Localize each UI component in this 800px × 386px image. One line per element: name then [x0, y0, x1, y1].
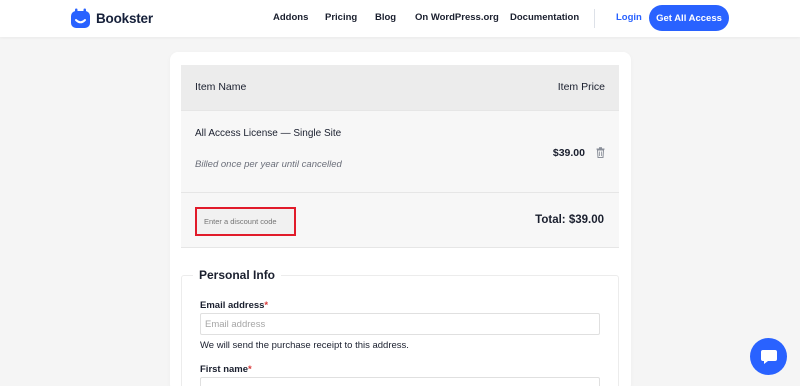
nav-pricing[interactable]: Pricing [325, 12, 357, 23]
first-name-label: First name* [200, 364, 252, 375]
trash-icon[interactable] [596, 147, 605, 158]
first-name-field[interactable] [200, 377, 600, 386]
order-total: Total: $39.00 [535, 214, 604, 226]
chat-button[interactable] [750, 338, 787, 375]
item-price: $39.00 [552, 147, 585, 159]
required-marker: * [264, 300, 269, 311]
login-link[interactable]: Login [616, 12, 642, 23]
discount-highlight [195, 207, 296, 236]
nav-divider [594, 9, 595, 28]
site-header: Bookster Addons Pricing Blog On WordPres… [0, 0, 800, 37]
nav-addons[interactable]: Addons [273, 12, 308, 23]
personal-info-legend: Personal Info [193, 268, 282, 282]
calendar-logo-icon [71, 8, 90, 28]
cart-table-header: Item Name Item Price [181, 65, 619, 110]
cart-item-row: All Access License — Single Site Billed … [181, 110, 619, 193]
nav-wordpress-org[interactable]: On WordPress.org [415, 12, 499, 23]
email-field[interactable] [200, 313, 600, 335]
item-price-header: Item Price [557, 81, 605, 93]
required-marker: * [248, 364, 252, 375]
nav-blog[interactable]: Blog [375, 12, 396, 23]
discount-row: Total: $39.00 [181, 193, 619, 248]
chat-bubble-icon [760, 349, 777, 364]
brand-logo[interactable]: Bookster [70, 8, 153, 29]
item-name-header: Item Name [195, 81, 247, 93]
brand-name: Bookster [96, 11, 153, 26]
item-billing-note: Billed once per year until cancelled [195, 159, 342, 170]
get-all-access-button[interactable]: Get All Access [649, 5, 729, 31]
email-help-text: We will send the purchase receipt to thi… [200, 340, 409, 351]
item-name: All Access License — Single Site [195, 128, 342, 139]
nav-documentation[interactable]: Documentation [510, 12, 579, 23]
email-label: Email address* [200, 300, 269, 311]
discount-code-input[interactable] [200, 212, 291, 231]
